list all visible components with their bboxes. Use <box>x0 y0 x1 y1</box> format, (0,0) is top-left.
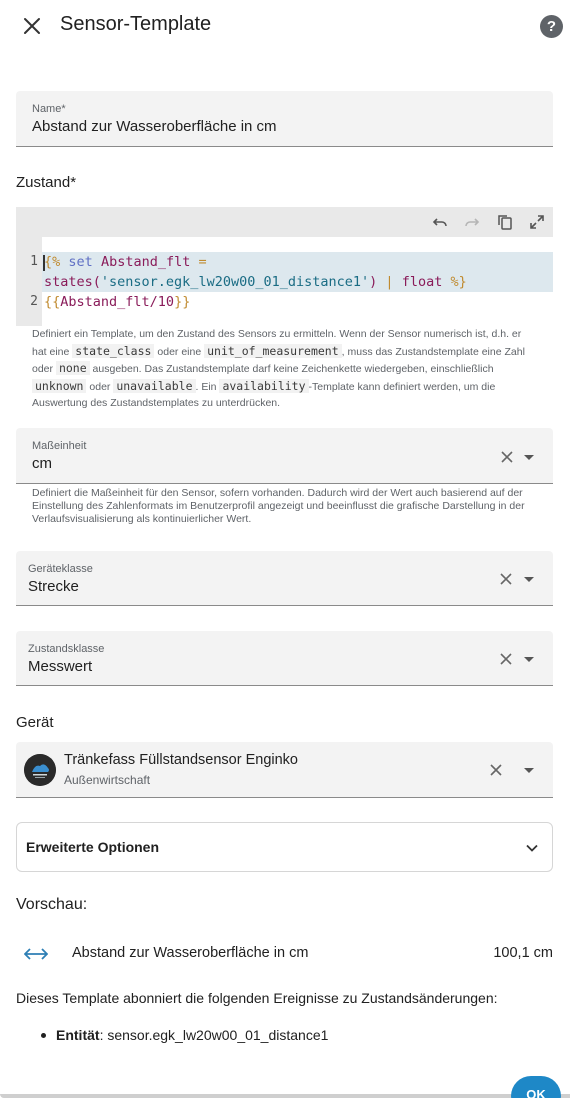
help-icon[interactable]: ? <box>540 15 563 38</box>
preview-entity-row[interactable]: Abstand zur Wasseroberfläche in cm 100,1… <box>16 940 553 968</box>
advanced-options-expander[interactable]: Erweiterte Optionen <box>16 822 553 872</box>
copy-button[interactable] <box>496 213 514 231</box>
unit-select-value: cm <box>32 455 52 472</box>
editor-toolbar <box>16 207 553 237</box>
device-picker[interactable]: Tränkefass Füllstandsensor Enginko Außen… <box>16 742 553 798</box>
code-token: Abstand_flt/10 <box>60 294 175 310</box>
clear-button[interactable] <box>497 570 515 588</box>
helper-code: none <box>55 361 90 375</box>
dropdown-button[interactable] <box>522 450 536 464</box>
helper-text: oder eine <box>154 345 205 358</box>
code-token: 'sensor.egk_lw20w00_01_distance1' <box>100 274 370 290</box>
helper-code: state_class <box>72 343 155 358</box>
name-field-value[interactable]: Abstand zur Wasseroberfläche in cm <box>32 118 277 135</box>
helper-text: . Ein <box>195 380 220 393</box>
clear-icon <box>500 573 512 585</box>
state-class-select[interactable]: Zustandsklasse Messwert <box>16 631 553 686</box>
code-token: | <box>385 274 394 290</box>
code-token: = <box>198 254 207 270</box>
fullscreen-icon <box>530 215 544 229</box>
device-section-label: Gerät <box>16 714 54 731</box>
state-section-label: Zustand* <box>16 174 77 191</box>
device-avatar <box>24 754 56 786</box>
state-class-value: Messwert <box>28 658 93 675</box>
state-helper-text: Definiert ein Template, um den Zustand d… <box>32 326 537 412</box>
code-token: {% <box>44 254 61 270</box>
line-number: 2 <box>30 294 38 309</box>
preview-entity-name: Abstand zur Wasseroberfläche in cm <box>72 945 309 961</box>
dropdown-button[interactable] <box>522 763 536 777</box>
clear-icon <box>500 653 512 665</box>
name-field-label: Name* <box>32 103 66 115</box>
arrow-left-right-icon <box>24 948 48 960</box>
redo-button[interactable] <box>463 213 481 231</box>
clear-button[interactable] <box>498 448 516 466</box>
undo-button[interactable] <box>431 213 449 231</box>
dialog-title: Sensor-Template <box>60 13 212 35</box>
undo-icon <box>432 218 447 227</box>
clear-button[interactable] <box>497 650 515 668</box>
unit-select[interactable]: Maßeinheit cm <box>16 428 553 484</box>
fullscreen-button[interactable] <box>528 213 546 231</box>
device-class-select[interactable]: Geräteklasse Strecke <box>16 551 553 606</box>
helper-text: oder <box>86 380 114 393</box>
chevron-down-icon <box>524 455 534 460</box>
helper-code: availability <box>219 378 309 393</box>
event-entity-id: sensor.egk_lw20w00_01_distance1 <box>107 1027 329 1043</box>
unit-select-label: Maßeinheit <box>32 440 87 452</box>
code-token: }} <box>174 294 191 310</box>
chevron-down-icon <box>524 768 534 773</box>
clear-icon <box>490 764 502 776</box>
name-field[interactable]: Name* Abstand zur Wasseroberfläche in cm <box>16 91 553 147</box>
redo-icon <box>465 218 480 227</box>
close-icon <box>24 18 40 34</box>
event-entity-item: Entität: sensor.egk_lw20w00_01_distance1 <box>41 1027 329 1043</box>
event-entity-label: Entität <box>56 1027 100 1043</box>
editor-gutter: 1 2 <box>16 237 42 326</box>
code-token: set <box>68 254 93 270</box>
events-intro: Dieses Template abonniert die folgenden … <box>16 990 498 1006</box>
unit-helper-text: Definiert die Maßeinheit für den Sensor,… <box>32 487 525 525</box>
helper-text: ausgeben. Das Zustandstemplate darf kein… <box>89 363 494 375</box>
code-token: float <box>401 274 443 290</box>
helper-code: unknown <box>32 378 87 393</box>
dropdown-button[interactable] <box>522 652 536 666</box>
state-template-editor[interactable]: 1 2 {% set Abstand_flt = states('sensor.… <box>16 207 553 326</box>
code-token: Abstand_flt <box>100 254 191 270</box>
dropdown-button[interactable] <box>522 572 536 586</box>
device-area: Außenwirtschaft <box>64 773 151 787</box>
dialog-header: Sensor-Template ? <box>0 0 570 52</box>
close-button[interactable] <box>18 12 46 40</box>
chevron-down-icon <box>526 844 538 852</box>
bullet <box>41 1033 46 1038</box>
clear-icon <box>501 451 513 463</box>
state-class-label: Zustandsklasse <box>28 643 105 655</box>
copy-icon <box>498 215 512 230</box>
preview-entity-value: 100,1 cm <box>493 945 553 961</box>
device-class-label: Geräteklasse <box>28 563 93 575</box>
code-token: %} <box>450 274 467 290</box>
advanced-options-label: Erweiterte Optionen <box>26 839 160 855</box>
device-logo-icon <box>24 754 56 786</box>
device-name: Tränkefass Füllstandsensor Enginko <box>64 752 298 768</box>
device-class-value: Strecke <box>28 578 79 595</box>
ok-button[interactable]: OK <box>511 1076 561 1098</box>
clear-button[interactable] <box>487 761 505 779</box>
code-line-1a: {% set Abstand_flt = <box>44 254 207 270</box>
helper-code: unavailable <box>113 378 196 393</box>
helper-code: unit_of_measurement <box>204 343 342 358</box>
line-number: 1 <box>30 254 38 269</box>
code-token: {{ <box>44 294 61 310</box>
dialog-bottom-edge <box>0 1094 570 1098</box>
chevron-down-icon <box>524 577 534 582</box>
code-token: states( <box>44 274 101 290</box>
code-token: ) <box>369 274 378 290</box>
chevron-down-icon <box>524 657 534 662</box>
preview-title: Vorschau: <box>16 896 88 913</box>
code-line-2: {{Abstand_flt/10}} <box>44 294 190 310</box>
code-line-1b: states('sensor.egk_lw20w00_01_distance1'… <box>44 274 467 290</box>
